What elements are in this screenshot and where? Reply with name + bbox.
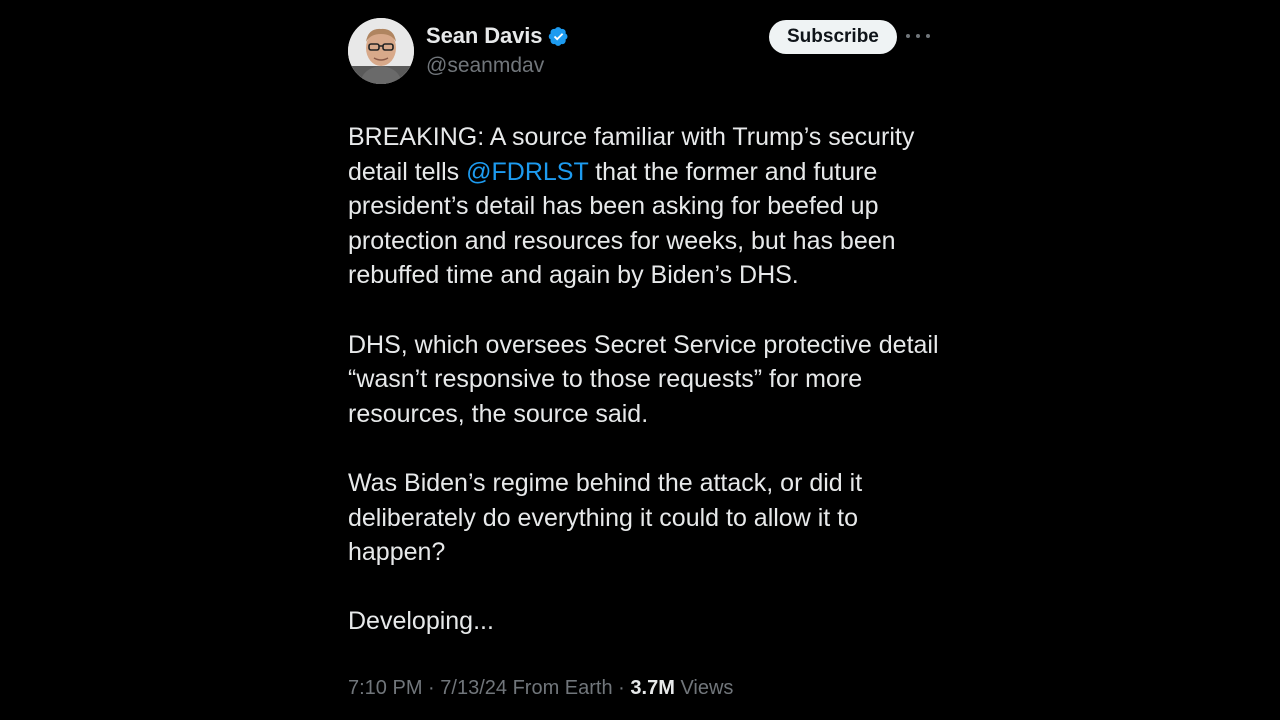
tweet-source: From Earth	[512, 677, 613, 699]
author-display-name[interactable]: Sean Davis	[426, 23, 543, 49]
more-dot	[916, 34, 920, 38]
name-row: Sean Davis	[426, 23, 569, 49]
tweet-paragraph: DHS, which oversees Secret Service prote…	[348, 330, 939, 428]
more-icon[interactable]	[906, 28, 930, 44]
meta-separator: ·	[618, 677, 625, 699]
meta-separator: ·	[428, 677, 435, 699]
views-label: Views	[680, 677, 734, 699]
tweet-date[interactable]: 7/13/24	[440, 677, 507, 699]
tweet-header: Sean Davis @seanmdav Subscribe	[348, 18, 933, 86]
tweet-paragraph: Was Biden’s regime behind the attack, or…	[348, 468, 863, 567]
more-dot	[906, 34, 910, 38]
verified-badge-icon[interactable]	[548, 26, 569, 47]
avatar-photo	[348, 18, 414, 84]
views-count: 3.7M	[630, 677, 675, 699]
tweet-text: BREAKING: A source familiar with Trump’s…	[348, 120, 948, 674]
subscribe-button[interactable]: Subscribe	[769, 20, 897, 54]
tweet-metadata: 7:10 PM · 7/13/24 From Earth · 3.7M View…	[348, 677, 733, 700]
more-dot	[926, 34, 930, 38]
avatar[interactable]	[348, 18, 414, 84]
tweet-time[interactable]: 7:10 PM	[348, 677, 422, 699]
author-handle[interactable]: @seanmdav	[426, 54, 544, 78]
tweet: Sean Davis @seanmdav Subscribe BREAKING:…	[348, 18, 939, 718]
tweet-paragraph: BREAKING: A source familiar with Trump’s…	[348, 120, 948, 293]
mention-link[interactable]: @FDRLST	[466, 158, 588, 186]
tweet-paragraph: Developing...	[348, 607, 494, 636]
